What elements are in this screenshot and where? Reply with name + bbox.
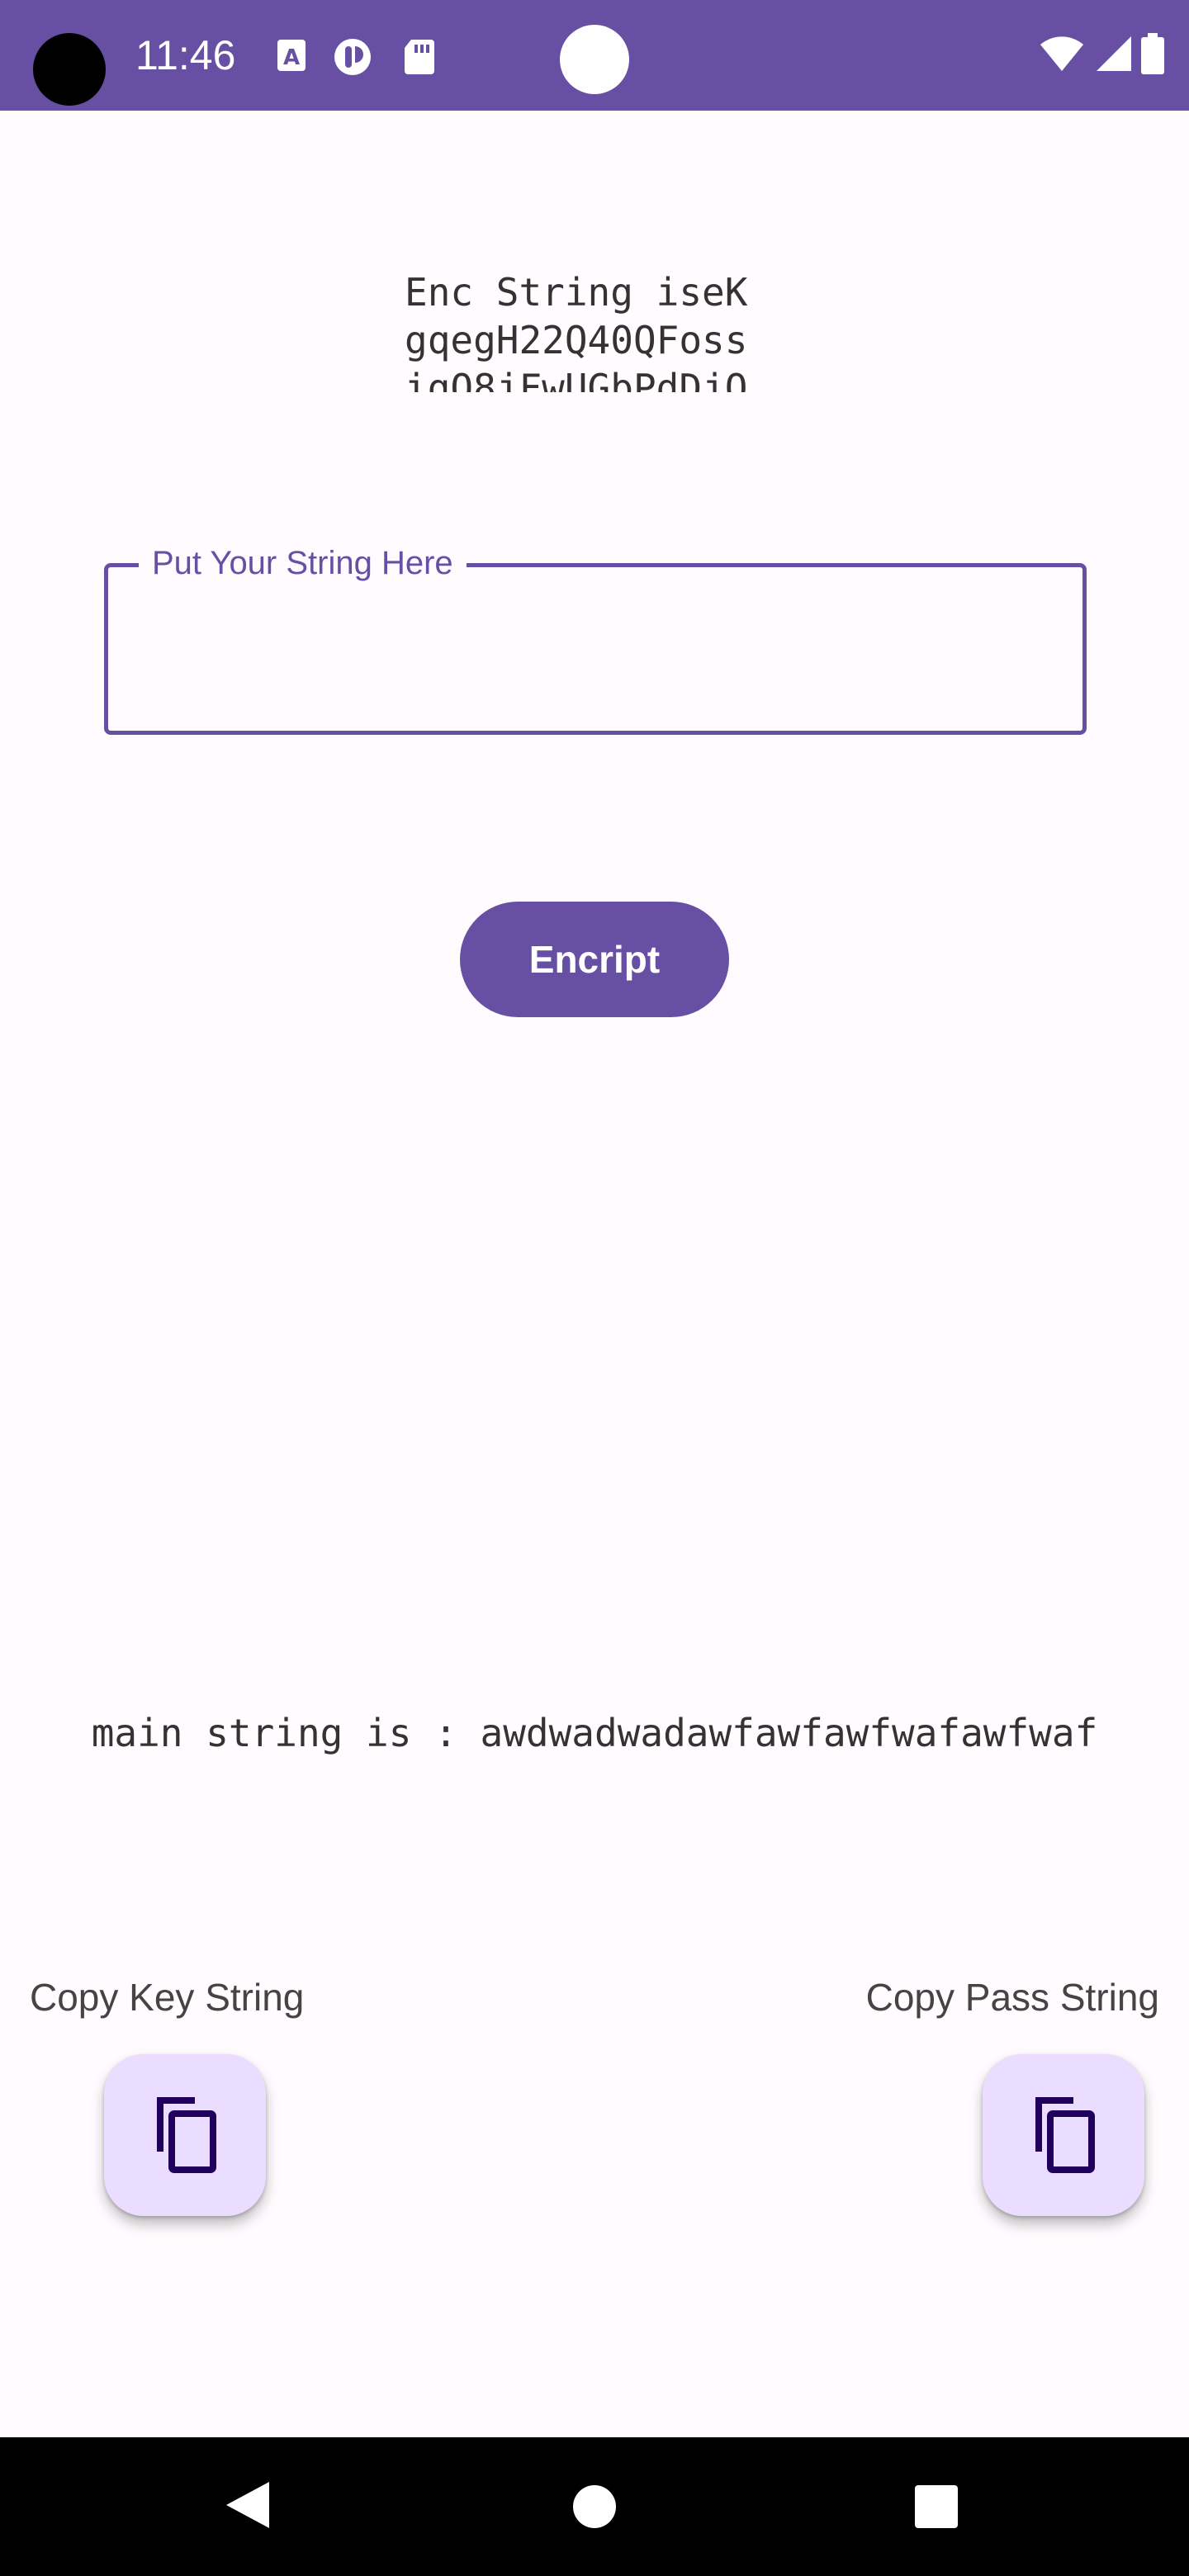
enc-string-text: Enc String iseK gqegH22Q40QFoss igO8jFwU… [405,270,771,392]
encrypt-button[interactable]: Encript [460,902,729,1017]
navigation-bar [0,2437,1189,2576]
svg-text:A: A [283,45,300,70]
string-input-field[interactable] [104,563,1087,735]
main-string-text: main string is : awdwadwadawfawfawfwafaw… [91,1711,1098,1755]
enc-string-output: Enc String iseK gqegH22Q40QFoss igO8jFwU… [405,268,784,392]
copy-key-button[interactable] [104,2054,266,2216]
camera-cutout [33,33,106,106]
home-icon[interactable] [573,2485,616,2528]
copy-key-label: Copy Key String [30,1976,305,2019]
copy-pass-label: Copy Pass String [865,1976,1159,2019]
system-icons [1039,32,1164,78]
wifi-icon [1039,35,1085,77]
pill-icon [334,38,375,75]
string-input[interactable] [125,608,1066,691]
copy-icon [1024,2092,1103,2179]
back-icon[interactable] [223,2479,272,2536]
string-input-label: Put Your String Here [139,545,467,582]
status-bar: 11:46 A [0,0,1189,111]
recents-icon[interactable] [915,2485,958,2528]
battery-icon [1141,32,1164,78]
sd-card-icon [403,38,436,74]
copy-icon [145,2092,225,2179]
notification-dot [560,25,629,94]
status-time: 11:46 [135,32,236,78]
signal-icon [1093,35,1133,77]
copy-pass-button[interactable] [983,2054,1144,2216]
text-a-icon: A [276,38,309,73]
